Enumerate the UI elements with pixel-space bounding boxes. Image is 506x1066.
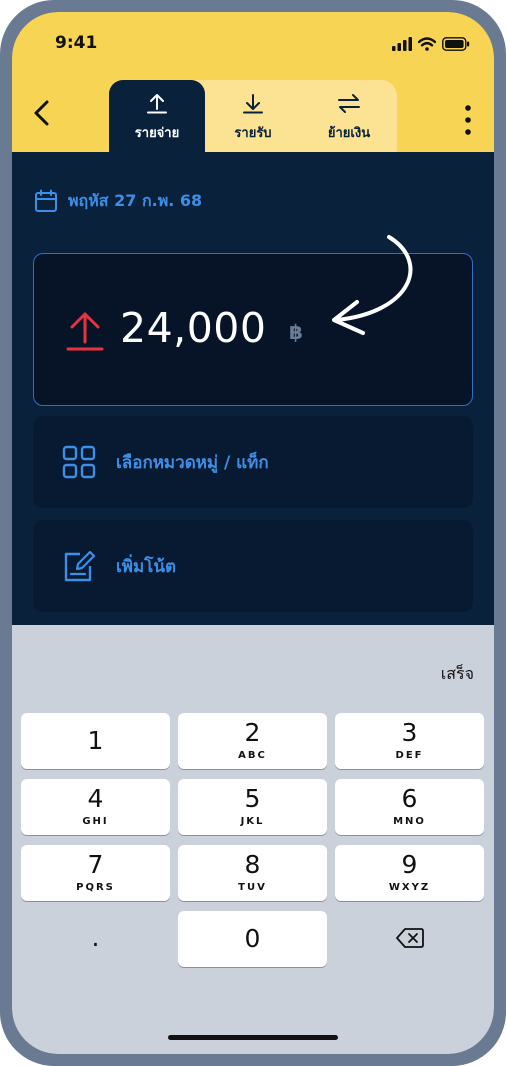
key-7[interactable]: 7 PQRS (21, 845, 170, 901)
app-screen: 9:41 รายจ่าย รายรับ ย้ายเงิน พฤหัส 27 ก.… (12, 12, 494, 1054)
key-digit: 3 (401, 718, 418, 747)
wifi-icon (418, 37, 436, 51)
currency-symbol: ฿ (289, 320, 303, 344)
add-note-label: เพิ่มโน้ต (116, 556, 177, 577)
done-button[interactable]: เสร็จ (441, 662, 474, 687)
numeric-keypad: เสร็จ 1 2 ABC 3 DEF 4 GHI 5 JKL 6 MNO 7 … (12, 625, 494, 1054)
chevron-left-icon (34, 100, 49, 126)
key-letters: DEF (395, 750, 424, 761)
key-digit: 4 (87, 784, 104, 813)
key-0[interactable]: 0 (178, 911, 327, 967)
add-note-button[interactable]: เพิ่มโน้ต (33, 520, 473, 612)
download-icon (243, 94, 263, 114)
key-digit: 2 (244, 718, 261, 747)
expense-upload-icon (66, 312, 104, 351)
key-3[interactable]: 3 DEF (335, 713, 484, 769)
key-digit: . (91, 923, 100, 952)
status-icons (392, 36, 470, 52)
key-digit: 5 (244, 784, 261, 813)
date-selector[interactable]: พฤหัส 27 ก.พ. 68 (34, 188, 202, 214)
key-digit: 6 (401, 784, 418, 813)
amount-value: 24,000 (120, 304, 267, 352)
upload-icon (147, 94, 167, 114)
top-bar: 9:41 รายจ่าย รายรับ ย้ายเงิน (12, 12, 494, 152)
tab-income[interactable]: รายรับ (205, 80, 301, 152)
key-letters: PQRS (76, 882, 115, 893)
key-2[interactable]: 2 ABC (178, 713, 327, 769)
key-1[interactable]: 1 (21, 713, 170, 769)
key-digit: 9 (401, 850, 418, 879)
note-edit-icon (64, 550, 96, 582)
key-6[interactable]: 6 MNO (335, 779, 484, 835)
calendar-icon (35, 189, 57, 212)
key-letters: GHI (82, 816, 109, 827)
battery-icon (442, 37, 470, 51)
home-indicator (168, 1035, 338, 1040)
transfer-icon (338, 94, 360, 113)
key-letters: MNO (393, 816, 426, 827)
key-digit: 0 (244, 924, 261, 953)
key-backspace[interactable] (335, 911, 484, 967)
status-time: 9:41 (55, 33, 98, 53)
key-decimal[interactable]: . (21, 911, 170, 967)
signal-icon (392, 37, 412, 51)
device-frame: 9:41 รายจ่าย รายรับ ย้ายเงิน พฤหัส 27 ก.… (0, 0, 506, 1066)
tab-income-label: รายรับ (234, 126, 272, 141)
grid-icon (62, 445, 96, 479)
tab-expense[interactable]: รายจ่าย (109, 80, 205, 152)
more-vertical-icon (465, 105, 471, 135)
more-button[interactable] (464, 104, 472, 136)
key-4[interactable]: 4 GHI (21, 779, 170, 835)
key-letters: ABC (238, 750, 267, 761)
amount-field[interactable]: 24,000 ฿ (33, 253, 473, 406)
key-letters: JKL (240, 816, 265, 827)
type-tabs: รายจ่าย รายรับ ย้ายเงิน (109, 80, 397, 152)
tab-transfer-label: ย้ายเงิน (327, 126, 371, 141)
key-digit: 1 (87, 726, 104, 755)
key-5[interactable]: 5 JKL (178, 779, 327, 835)
tab-transfer[interactable]: ย้ายเงิน (301, 80, 397, 152)
backspace-icon (396, 928, 424, 948)
category-selector[interactable]: เลือกหมวดหมู่ / แท็ก (33, 416, 473, 508)
key-letters: TUV (238, 882, 267, 893)
tab-expense-label: รายจ่าย (134, 126, 180, 141)
key-digit: 7 (87, 850, 104, 879)
key-9[interactable]: 9 WXYZ (335, 845, 484, 901)
back-button[interactable] (28, 98, 58, 128)
category-label: เลือกหมวดหมู่ / แท็ก (116, 452, 269, 473)
key-digit: 8 (244, 850, 261, 879)
date-label: พฤหัส 27 ก.พ. 68 (68, 190, 203, 210)
key-8[interactable]: 8 TUV (178, 845, 327, 901)
key-letters: WXYZ (388, 882, 431, 893)
